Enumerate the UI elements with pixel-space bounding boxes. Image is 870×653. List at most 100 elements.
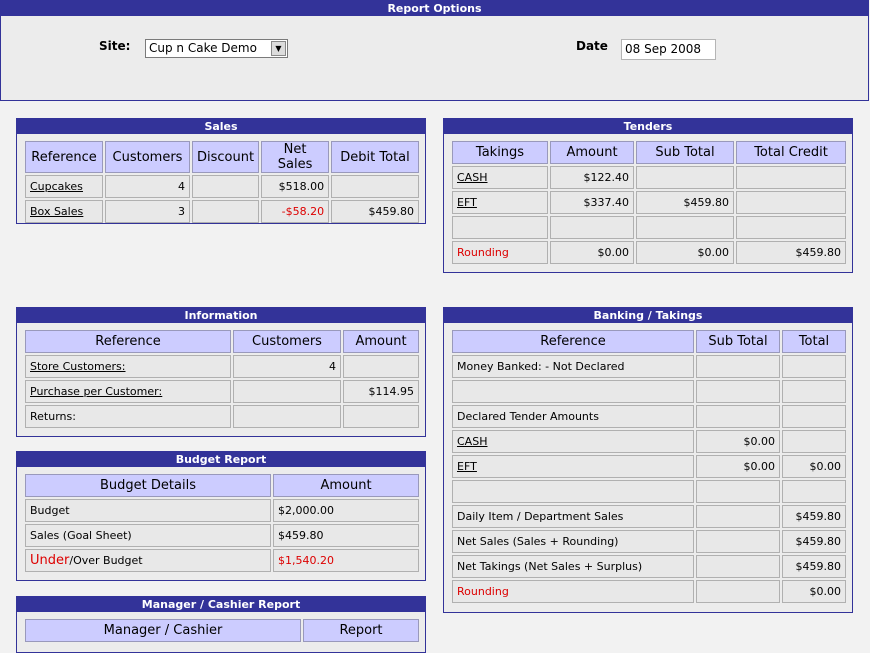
column-header: Debit Total [331, 141, 419, 173]
cell-under-over-label: Under/Over Budget [25, 549, 271, 572]
table-row: Net Sales (Sales + Rounding) $459.80 [452, 530, 846, 553]
cell-sub-total [696, 405, 780, 428]
table-row: Declared Tender Amounts [452, 405, 846, 428]
column-header: Total [782, 330, 846, 353]
table-row: EFT $337.40 $459.80 [452, 191, 846, 214]
information-table: Reference Customers Amount Store Custome… [23, 328, 421, 430]
column-header: Customers [105, 141, 190, 173]
information-panel: Information Reference Customers Amount S… [16, 307, 426, 437]
sales-panel: Sales Reference Customers Discount Net S… [16, 118, 426, 224]
column-header: Takings [452, 141, 548, 164]
cell-sub-total: $0.00 [696, 430, 780, 453]
table-row: CASH $122.40 [452, 166, 846, 189]
cell-reference: Money Banked: - Not Declared [452, 355, 694, 378]
purchase-per-customer-link[interactable]: Purchase per Customer: [25, 380, 231, 403]
column-header: Report [303, 619, 419, 642]
cell-total: $459.80 [782, 505, 846, 528]
cell-amount: $337.40 [550, 191, 634, 214]
cell-customers: 4 [105, 175, 190, 198]
banking-eft-link[interactable]: EFT [452, 455, 694, 478]
column-header: Net Sales [261, 141, 330, 173]
tender-cash-link[interactable]: CASH [452, 166, 548, 189]
column-header: Sub Total [696, 330, 780, 353]
cell-reference: Net Sales (Sales + Rounding) [452, 530, 694, 553]
cell-total-credit [736, 216, 846, 239]
column-header: Discount [192, 141, 260, 173]
table-row: Store Customers: 4 [25, 355, 419, 378]
tenders-panel: Tenders Takings Amount Sub Total Total C… [443, 118, 853, 273]
report-options-title: Report Options [1, 1, 868, 16]
tenders-title: Tenders [444, 119, 852, 134]
information-title: Information [17, 308, 425, 323]
column-header: Amount [550, 141, 634, 164]
table-row [452, 216, 846, 239]
cell-sub-total [696, 380, 780, 403]
table-row: Cupcakes 4 $518.00 [25, 175, 419, 198]
cell-amount: $0.00 [550, 241, 634, 264]
table-row: Box Sales 3 -$58.20 $459.80 [25, 200, 419, 223]
table-row: Returns: [25, 405, 419, 428]
manager-panel: Manager / Cashier Report Manager / Cashi… [16, 596, 426, 653]
sales-reference-link[interactable]: Cupcakes [25, 175, 103, 198]
cell-total-credit [736, 166, 846, 189]
cell-amount [550, 216, 634, 239]
cell-total: $459.80 [782, 555, 846, 578]
cell-sub-total: $0.00 [696, 455, 780, 478]
column-header: Sub Total [636, 141, 734, 164]
cell-sub-total [636, 216, 734, 239]
column-header: Reference [25, 141, 103, 173]
cell-customers [233, 405, 341, 428]
cell-amount [343, 355, 419, 378]
table-row: Rounding $0.00 $0.00 $459.80 [452, 241, 846, 264]
cell-reference: Daily Item / Department Sales [452, 505, 694, 528]
cell-customers [233, 380, 341, 403]
date-label: Date [576, 39, 608, 53]
sales-table: Reference Customers Discount Net Sales D… [23, 139, 421, 225]
cell-amount: $459.80 [273, 524, 419, 547]
table-row: Rounding $0.00 [452, 580, 846, 603]
store-customers-link[interactable]: Store Customers: [25, 355, 231, 378]
banking-cash-link[interactable]: CASH [452, 430, 694, 453]
over-budget-label: /Over Budget [69, 554, 143, 567]
table-row: EFT $0.00 $0.00 [452, 455, 846, 478]
table-row: Net Takings (Net Sales + Surplus) $459.8… [452, 555, 846, 578]
tenders-table: Takings Amount Sub Total Total Credit CA… [450, 139, 848, 266]
table-row [452, 480, 846, 503]
cell-reference [452, 480, 694, 503]
column-header: Budget Details [25, 474, 271, 497]
sales-reference-link[interactable]: Box Sales [25, 200, 103, 223]
cell-sub-total: $0.00 [636, 241, 734, 264]
cell-sub-total [696, 555, 780, 578]
tender-eft-link[interactable]: EFT [452, 191, 548, 214]
cell-debit-total: $459.80 [331, 200, 419, 223]
site-label: Site: [99, 39, 131, 53]
site-select[interactable]: Cup n Cake Demo ▼ [145, 39, 288, 58]
cell-budget-details: Sales (Goal Sheet) [25, 524, 271, 547]
cell-total [782, 355, 846, 378]
column-header: Customers [233, 330, 341, 353]
budget-panel: Budget Report Budget Details Amount Budg… [16, 451, 426, 581]
table-row: Purchase per Customer: $114.95 [25, 380, 419, 403]
sales-title: Sales [17, 119, 425, 134]
budget-table: Budget Details Amount Budget $2,000.00 S… [23, 472, 421, 574]
cell-total [782, 380, 846, 403]
table-row: Under/Over Budget $1,540.20 [25, 549, 419, 572]
cell-amount [343, 405, 419, 428]
cell-debit-total [331, 175, 419, 198]
column-header: Total Credit [736, 141, 846, 164]
date-input[interactable]: 08 Sep 2008 [621, 39, 716, 60]
cell-sub-total: $459.80 [636, 191, 734, 214]
cell-sub-total [696, 530, 780, 553]
chevron-down-icon[interactable]: ▼ [271, 41, 286, 56]
cell-total [782, 405, 846, 428]
manager-title: Manager / Cashier Report [17, 597, 425, 612]
under-label: Under [30, 553, 70, 568]
cell-under-over-amount: $1,540.20 [273, 549, 419, 572]
cell-amount: $2,000.00 [273, 499, 419, 522]
cell-total [782, 430, 846, 453]
cell-total: $0.00 [782, 580, 846, 603]
cell-amount: $122.40 [550, 166, 634, 189]
cell-discount [192, 175, 260, 198]
cell-takings [452, 216, 548, 239]
column-header: Reference [452, 330, 694, 353]
